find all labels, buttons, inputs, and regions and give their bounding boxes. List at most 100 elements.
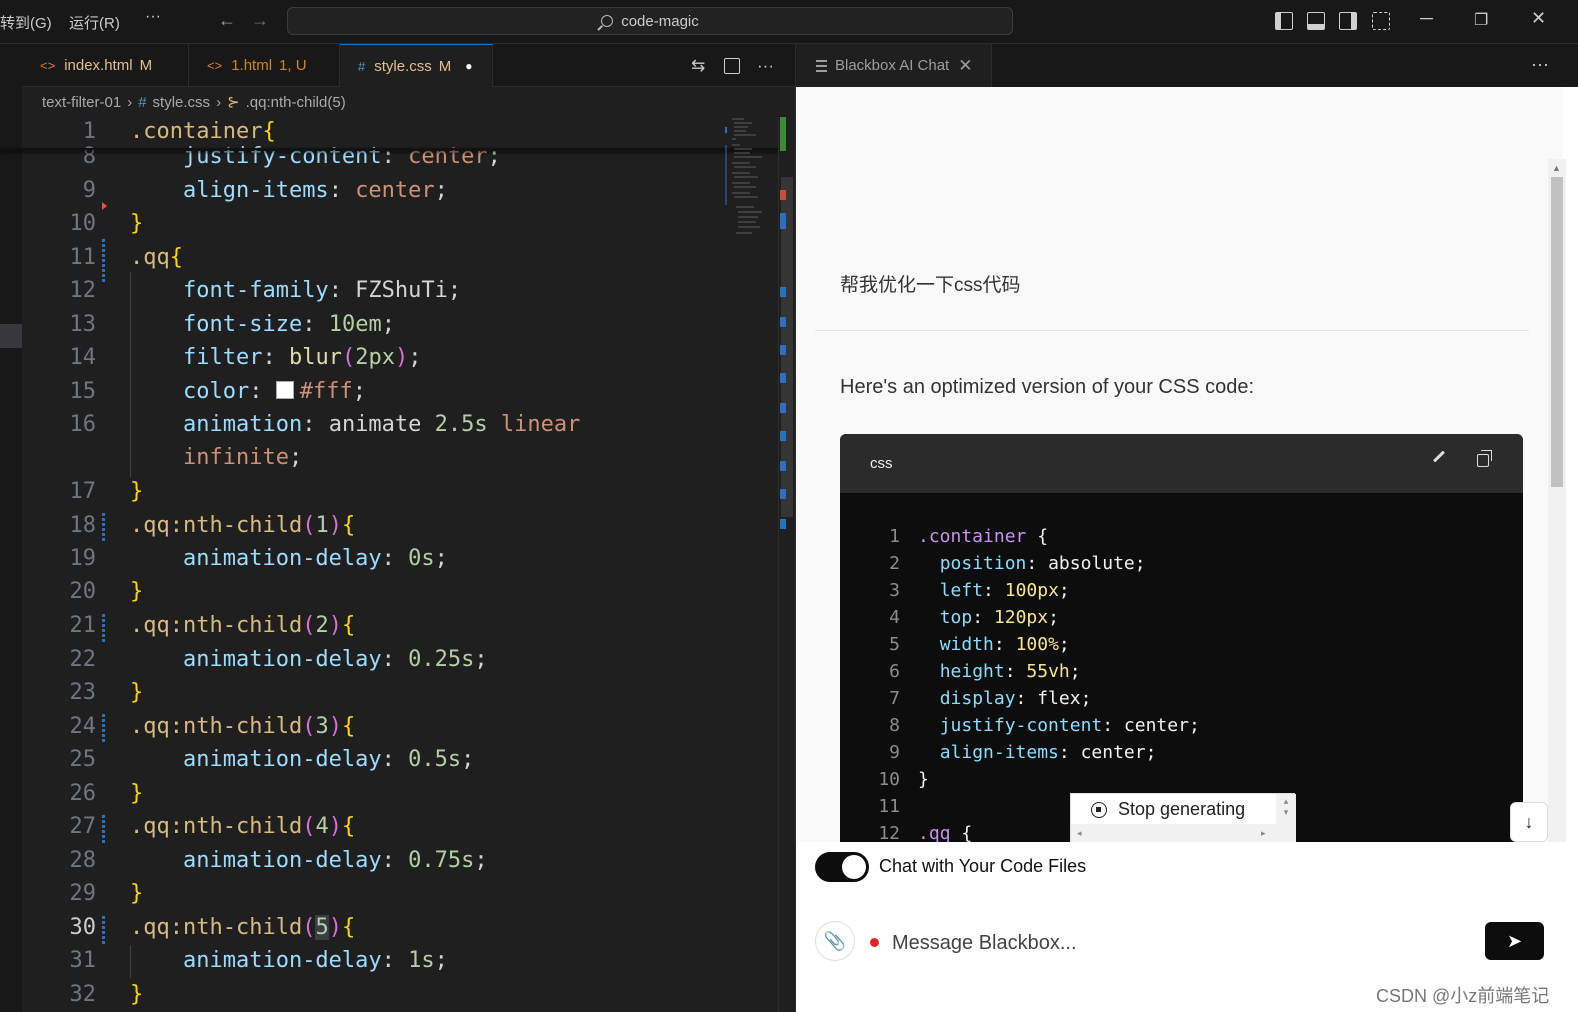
symbol-class-icon: ⊱ <box>227 94 240 111</box>
scrollbar-thumb[interactable] <box>1551 177 1563 487</box>
minimap[interactable] <box>722 117 778 247</box>
chat-input-area: Chat with Your Code Files 📎 ➤ CSDN @小z前端… <box>796 842 1578 1012</box>
scrollbar-change-marker <box>780 373 786 383</box>
minimize-icon[interactable]: ─ <box>1420 8 1433 29</box>
stop-generating-button[interactable]: Stop generating ◂ ▸ ▴ ▾ <box>1070 793 1296 842</box>
scroll-down-icon[interactable]: ▾ <box>1276 807 1296 818</box>
code-line: 23} <box>69 680 144 705</box>
toggle-label: Chat with Your Code Files <box>879 856 1087 876</box>
panel-tab-bar: Blackbox AI Chat ✕ ··· <box>796 44 1578 87</box>
chevron-right-icon: › <box>127 93 133 111</box>
breadcrumb-file[interactable]: style.css <box>153 94 211 111</box>
code-line: 15 color: #fff; <box>69 379 366 404</box>
code-line: 8 justify-content: center; <box>82 144 501 169</box>
menu-run[interactable]: 运行(R) <box>69 12 120 33</box>
toggle-panel-icon[interactable] <box>1307 12 1325 30</box>
code-line: 18 .qq:nth-child(1){ <box>69 513 356 538</box>
scrollbar-change-marker <box>780 461 786 471</box>
scroll-right-icon[interactable]: ▸ <box>1261 828 1266 839</box>
message-input[interactable] <box>892 926 1452 960</box>
code-line: 27 .qq:nth-child(4){ <box>69 814 356 839</box>
code-block-line: 6 height: 55vh; <box>889 661 1081 682</box>
code-block-header: css <box>840 434 1523 493</box>
tab-index-html[interactable]: <> index.html M <box>22 44 189 87</box>
code-language-label: css <box>870 455 893 472</box>
status-dot <box>870 938 879 947</box>
color-swatch[interactable] <box>275 381 294 399</box>
code-block-line: 5 width: 100%; <box>889 634 1070 655</box>
chat-messages[interactable]: 帮我优化一下css代码 Here's an optimized version … <box>796 87 1563 842</box>
command-center-search[interactable]: code-magic <box>287 7 1013 35</box>
code-line: 14 filter: blur(2px); <box>69 345 422 370</box>
scrollbar-change-marker <box>780 213 786 229</box>
toggle-secondary-sidebar-icon[interactable] <box>1339 12 1357 30</box>
activity-indicator <box>0 324 22 348</box>
code-block: css 1 .container { 2 position: absolute; … <box>840 434 1523 842</box>
vertical-scrollbar[interactable]: ▴ ▾ <box>1276 794 1296 842</box>
code-line: 31 animation-delay: 1s; <box>69 948 448 973</box>
chevron-right-icon: › <box>216 93 222 111</box>
stop-generating-label: Stop generating <box>1118 799 1246 819</box>
toggle-primary-sidebar-icon[interactable] <box>1275 12 1293 30</box>
panel-more-icon[interactable]: ··· <box>1531 54 1549 75</box>
code-block-line: 1 .container { <box>889 526 1049 547</box>
menu-goto[interactable]: 转到(G) <box>0 12 52 33</box>
editor-more-actions-icon[interactable]: ··· <box>757 56 774 76</box>
activity-bar-edge <box>0 44 22 1012</box>
list-icon <box>816 59 827 72</box>
restore-icon[interactable]: ❐ <box>1474 10 1488 30</box>
scroll-up-icon[interactable]: ▲ <box>1552 163 1561 173</box>
code-block-line: 9 align-items: center; <box>889 742 1157 763</box>
compare-changes-icon[interactable]: ⇆ <box>691 56 705 76</box>
horizontal-scrollbar[interactable]: ◂ ▸ <box>1071 824 1276 842</box>
breadcrumb-folder[interactable]: text-filter-01 <box>42 94 121 111</box>
code-line: 29} <box>69 881 144 906</box>
close-window-icon[interactable]: ✕ <box>1531 8 1546 29</box>
breadcrumb-symbol[interactable]: .qq:nth-child(5) <box>246 94 346 111</box>
search-icon <box>601 15 614 27</box>
code-block-line: 8 justify-content: center; <box>889 715 1200 736</box>
user-message: 帮我优化一下css代码 <box>840 275 1021 296</box>
code-line: 21 .qq:nth-child(2){ <box>69 613 356 638</box>
code-line: 12 font-family: FZShuTi; <box>69 278 462 303</box>
code-line-current: 30 .qq:nth-child(5){ <box>69 915 356 940</box>
css-file-icon: # <box>358 58 366 74</box>
scrollbar-change-marker <box>780 345 786 355</box>
code-line: 16 animation: animate 2.5s linear <box>69 412 581 437</box>
tab-label: index.html <box>64 57 133 74</box>
editor-tab-bar: <> index.html M <> 1.html 1, U # style.c… <box>22 44 795 87</box>
attach-button[interactable]: 📎 <box>815 921 855 961</box>
scroll-left-icon[interactable]: ◂ <box>1077 828 1082 839</box>
scroll-up-icon[interactable]: ▴ <box>1276 796 1296 807</box>
copy-icon[interactable] <box>1477 450 1492 467</box>
tab-style-css[interactable]: # style.css M ● <box>340 44 493 87</box>
code-editor[interactable]: 1 .container{ 8 justify-content: center; … <box>22 117 778 1012</box>
chat-scrollbar[interactable]: ▲ <box>1548 159 1566 844</box>
code-line: 22 animation-delay: 0.25s; <box>69 647 488 672</box>
code-line: 32} <box>69 982 144 1007</box>
back-arrow-icon[interactable]: ← <box>218 10 236 31</box>
scrollbar-change-marker <box>780 317 786 327</box>
code-line: 10} <box>69 211 144 236</box>
tab-blackbox-ai-chat[interactable]: Blackbox AI Chat ✕ <box>796 44 992 87</box>
scroll-to-bottom-button[interactable]: ↓ <box>1510 802 1548 842</box>
scrollbar-added-marker <box>780 117 786 151</box>
pencil-icon[interactable] <box>1432 450 1446 463</box>
send-button[interactable]: ➤ <box>1485 922 1544 960</box>
code-files-toggle[interactable] <box>815 852 869 882</box>
tab-1-html[interactable]: <> 1.html 1, U <box>189 44 340 87</box>
unsaved-dot-icon[interactable]: ● <box>465 59 472 73</box>
code-line: 25 animation-delay: 0.5s; <box>69 747 475 772</box>
forward-arrow-icon[interactable]: → <box>251 10 269 31</box>
editor-scrollbar[interactable] <box>778 117 794 1012</box>
scrollbar-change-marker <box>780 287 786 297</box>
menu-more-button[interactable]: ··· <box>145 8 161 26</box>
code-line: 28 animation-delay: 0.75s; <box>69 848 488 873</box>
html-file-icon: <> <box>207 58 223 73</box>
close-icon[interactable]: ✕ <box>958 56 972 76</box>
send-icon: ➤ <box>1506 930 1523 951</box>
split-editor-icon[interactable] <box>724 58 740 74</box>
scrollbar-change-marker <box>780 519 786 529</box>
scrollbar-change-marker <box>780 431 786 441</box>
customize-layout-icon[interactable] <box>1372 12 1390 30</box>
